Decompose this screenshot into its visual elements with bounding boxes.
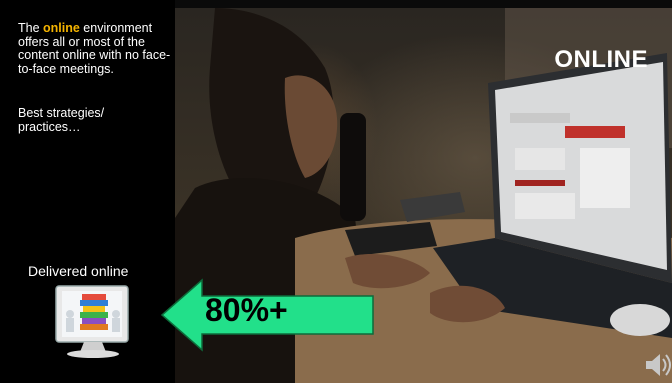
speaker-icon[interactable]: [644, 351, 672, 379]
slide-title: ONLINE: [554, 46, 648, 73]
strategies-text: Best strategies/ practices…: [18, 106, 105, 134]
percentage-label: 80%+: [205, 292, 288, 328]
description-text: The online environment offers all or mos…: [18, 21, 173, 76]
left-panel: The online environment offers all or mos…: [0, 0, 175, 383]
description-prefix: The: [18, 21, 44, 35]
delivered-online-label: Delivered online: [28, 263, 129, 279]
computer-books-icon: [55, 285, 129, 358]
highlight-online: online: [43, 21, 80, 35]
slide: The online environment offers all or mos…: [0, 0, 672, 383]
